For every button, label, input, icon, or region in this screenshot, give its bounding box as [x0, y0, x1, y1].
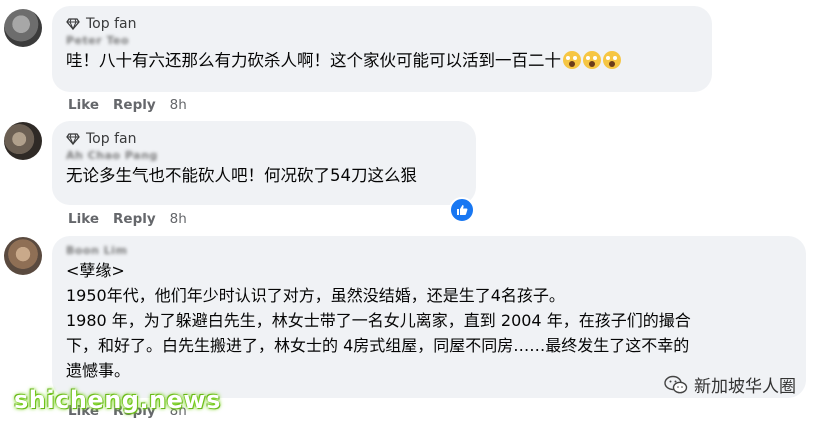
reply-button[interactable]: Reply	[113, 211, 156, 227]
badge-label: Top fan	[86, 131, 137, 147]
author-name[interactable]: Peter Teo	[66, 34, 698, 48]
like-button[interactable]: Like	[68, 97, 99, 113]
like-reaction-icon[interactable]	[449, 197, 475, 223]
avatar[interactable]	[4, 122, 42, 160]
avatar[interactable]	[4, 9, 42, 47]
comment-text: <孽缘> 1950年代，他们年少时认识了对方，虽然没结婚，还是生了4名孩子。 1…	[66, 258, 792, 383]
top-fan-badge: Top fan	[66, 129, 462, 149]
avatar[interactable]	[4, 237, 42, 275]
timestamp[interactable]: 8h	[170, 211, 187, 227]
scream-emoji-icon	[603, 51, 621, 69]
comment-line: 1980 年，为了躲避白先生，林女士带了一名女儿离家，直到 2004 年，在孩子…	[66, 311, 691, 330]
like-button[interactable]: Like	[68, 211, 99, 227]
badge-label: Top fan	[86, 16, 137, 32]
top-fan-badge: Top fan	[66, 14, 698, 34]
scream-emoji-icon	[563, 51, 581, 69]
thumbs-up-icon	[457, 205, 468, 215]
comment-actions: Like Reply 8h	[68, 211, 187, 227]
channel-name: 新加坡华人圈	[694, 377, 796, 397]
comment-text: 无论多生气也不能砍人吧！何况砍了54刀这么狠	[66, 166, 417, 185]
comment-line: <孽缘>	[66, 261, 125, 280]
comment-line: 下，和好了。白先生搬进了，林女士的 4房式组屋，同屋不同房……最终发生了这不幸的	[66, 336, 690, 355]
timestamp[interactable]: 8h	[170, 97, 187, 113]
diamond-icon	[66, 133, 80, 146]
channel-watermark: 新加坡华人圈	[664, 372, 796, 397]
diamond-icon	[66, 18, 80, 31]
site-watermark: shicheng.news	[14, 386, 221, 414]
author-name[interactable]: Ah Chao Pang	[66, 149, 462, 163]
comment-line: 1950年代，他们年少时认识了对方，虽然没结婚，还是生了4名孩子。	[66, 286, 565, 305]
comment-bubble: Top fan Peter Teo 哇！八十有六还那么有力砍杀人啊！这个家伙可能…	[52, 6, 712, 92]
wechat-icon	[664, 375, 688, 393]
comment-text: 哇！八十有六还那么有力砍杀人啊！这个家伙可能可以活到一百二十	[66, 48, 698, 74]
author-name[interactable]: Boon Lim	[66, 244, 792, 258]
comment-actions: Like Reply 8h	[68, 97, 187, 113]
reply-button[interactable]: Reply	[113, 97, 156, 113]
scream-emoji-icon	[583, 51, 601, 69]
comment-bubble: Top fan Ah Chao Pang 无论多生气也不能砍人吧！何况砍了54刀…	[52, 121, 476, 205]
